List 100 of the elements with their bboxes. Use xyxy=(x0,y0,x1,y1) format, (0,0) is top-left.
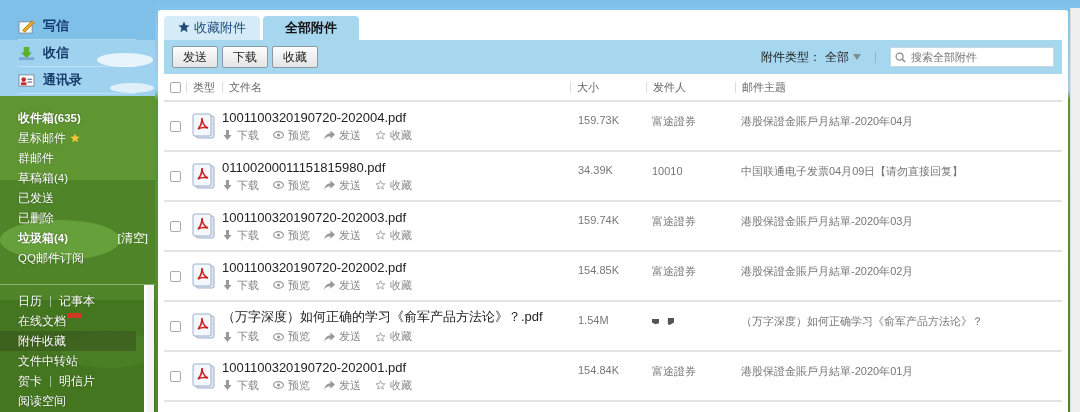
download-link[interactable]: 下载 xyxy=(222,329,259,344)
pdf-file-icon xyxy=(192,263,216,289)
file-name[interactable]: 01100200011151815980.pdf xyxy=(222,159,386,175)
table-cell: 富途證券 xyxy=(652,115,696,127)
search-field[interactable]: 搜索全部附件 xyxy=(890,47,1054,67)
folder-link[interactable]: 垃圾箱(4) xyxy=(18,230,69,246)
app-link[interactable]: 贺卡 xyxy=(18,373,42,389)
eye-icon xyxy=(273,180,284,190)
preview-link[interactable]: 预览 xyxy=(273,177,310,193)
eye-icon xyxy=(273,130,284,140)
file-name[interactable]: 1001100320190720-202003.pdf xyxy=(222,209,407,225)
send-link[interactable]: 发送 xyxy=(324,277,361,293)
column-header: 邮件主题 xyxy=(735,81,1062,93)
column-header: 类型 xyxy=(186,81,222,93)
row-checkbox[interactable] xyxy=(169,220,181,232)
table-cell: 港股保證金賬戶月結單-2020年02月 xyxy=(741,265,914,277)
sender-icon xyxy=(667,318,674,325)
pencil-note-icon xyxy=(18,18,35,34)
favorite-link[interactable]: 收藏 xyxy=(375,329,412,344)
send-link[interactable]: 发送 xyxy=(324,329,361,344)
download-arrow-icon xyxy=(222,331,233,342)
app-link[interactable]: 日历 xyxy=(18,293,42,309)
app-link[interactable]: 记事本 xyxy=(59,293,95,309)
row-checkbox[interactable] xyxy=(169,120,181,132)
sender-icon xyxy=(652,318,659,325)
filter-label: 附件类型： xyxy=(761,49,821,65)
download-link[interactable]: 下载 xyxy=(222,277,259,293)
download-link[interactable]: 下载 xyxy=(222,127,259,143)
send-link[interactable]: 发送 xyxy=(324,227,361,243)
download-link[interactable]: 下载 xyxy=(222,177,259,193)
table-cell-text: 159.74K xyxy=(577,213,620,226)
preview-link[interactable]: 预览 xyxy=(273,227,310,243)
toolbar-button[interactable]: 下载 xyxy=(222,46,268,68)
folder-link[interactable]: 收件箱(635) xyxy=(18,110,81,126)
download-arrow-icon xyxy=(222,180,233,190)
table-cell: 港股保證金賬戶月結單-2020年01月 xyxy=(741,365,914,377)
download-arrow-icon xyxy=(222,230,233,240)
app-link[interactable]: 附件收藏 xyxy=(18,333,66,349)
tab[interactable]: 收藏附件 xyxy=(164,16,260,40)
preview-link[interactable]: 预览 xyxy=(273,127,310,143)
app-link[interactable]: 在线文档 xyxy=(18,313,66,329)
empty-link[interactable]: [清空] xyxy=(117,230,148,246)
folder-link[interactable]: 星标邮件 xyxy=(18,130,66,146)
file-name[interactable]: 1001100320190720-202002.pdf xyxy=(222,259,407,275)
favorite-link[interactable]: 收藏 xyxy=(375,177,412,193)
toolbar-button[interactable]: 发送 xyxy=(172,46,218,68)
scrollbar[interactable] xyxy=(1070,8,1080,412)
star-outline-icon xyxy=(375,180,386,190)
file-name[interactable]: （万字深度）如何正确的学习《俞军产品方法论》？.pdf xyxy=(222,308,543,326)
sidebar-action[interactable]: 收信 xyxy=(43,44,69,62)
star-outline-icon xyxy=(375,280,386,290)
send-link[interactable]: 发送 xyxy=(324,127,361,143)
download-link[interactable]: 下载 xyxy=(222,377,259,393)
favorite-link[interactable]: 收藏 xyxy=(375,127,412,143)
row-checkbox[interactable] xyxy=(169,370,181,382)
eye-icon xyxy=(273,380,284,390)
folder-link[interactable]: QQ邮件订阅 xyxy=(18,250,84,266)
preview-link[interactable]: 预览 xyxy=(273,277,310,293)
row-checkbox[interactable] xyxy=(169,270,181,282)
forward-arrow-icon xyxy=(324,380,335,390)
app-link[interactable]: 阅读空间 xyxy=(18,393,66,409)
table-cell: （万字深度）如何正确学习《俞军产品方法论》？ xyxy=(741,315,983,327)
row-checkbox[interactable] xyxy=(169,320,181,332)
search-icon xyxy=(895,52,906,63)
forward-arrow-icon xyxy=(324,280,335,290)
download-link[interactable]: 下载 xyxy=(222,227,259,243)
folder-link[interactable]: 已删除 xyxy=(18,210,54,226)
pdf-file-icon xyxy=(192,113,216,139)
select-all-checkbox[interactable] xyxy=(169,81,181,93)
app-link[interactable]: 文件中转站 xyxy=(18,353,78,369)
favorite-link[interactable]: 收藏 xyxy=(375,277,412,293)
table-cell: 10010 xyxy=(652,165,683,177)
folder-link[interactable]: 草稿箱(4) xyxy=(18,170,69,186)
folder-link[interactable]: 已发送 xyxy=(18,190,54,206)
send-link[interactable]: 发送 xyxy=(324,377,361,393)
row-checkbox[interactable] xyxy=(169,170,181,182)
filter-dropdown[interactable]: 全部 xyxy=(825,49,861,65)
file-name[interactable]: 1001100320190720-202001.pdf xyxy=(222,359,407,375)
toolbar-button[interactable]: 收藏 xyxy=(272,46,318,68)
contact-card-icon xyxy=(18,72,35,88)
preview-link[interactable]: 预览 xyxy=(273,329,310,344)
star-outline-icon xyxy=(375,230,386,240)
column-header: 文件名 xyxy=(222,81,570,93)
sidebar-action[interactable]: 写信 xyxy=(43,17,69,35)
column-header: 发件人 xyxy=(646,81,735,93)
favorite-link[interactable]: 收藏 xyxy=(375,377,412,393)
pdf-file-icon xyxy=(192,163,216,189)
table-cell: 港股保證金賬戶月結單-2020年04月 xyxy=(741,115,914,127)
app-link[interactable]: 明信片 xyxy=(59,373,95,389)
send-link[interactable]: 发送 xyxy=(324,177,361,193)
folder-link[interactable]: 群邮件 xyxy=(18,150,54,166)
download-tray-icon xyxy=(18,45,35,61)
forward-arrow-icon xyxy=(324,331,335,342)
selected-app-item[interactable]: 附件收藏 xyxy=(0,331,136,351)
favorite-link[interactable]: 收藏 xyxy=(375,227,412,243)
file-name[interactable]: 1001100320190720-202004.pdf xyxy=(222,109,407,125)
tab[interactable]: 全部附件 xyxy=(263,16,359,40)
table-cell: 港股保證金賬戶月結單-2020年03月 xyxy=(741,215,914,227)
sidebar-action[interactable]: 通讯录 xyxy=(43,71,82,89)
preview-link[interactable]: 预览 xyxy=(273,377,310,393)
